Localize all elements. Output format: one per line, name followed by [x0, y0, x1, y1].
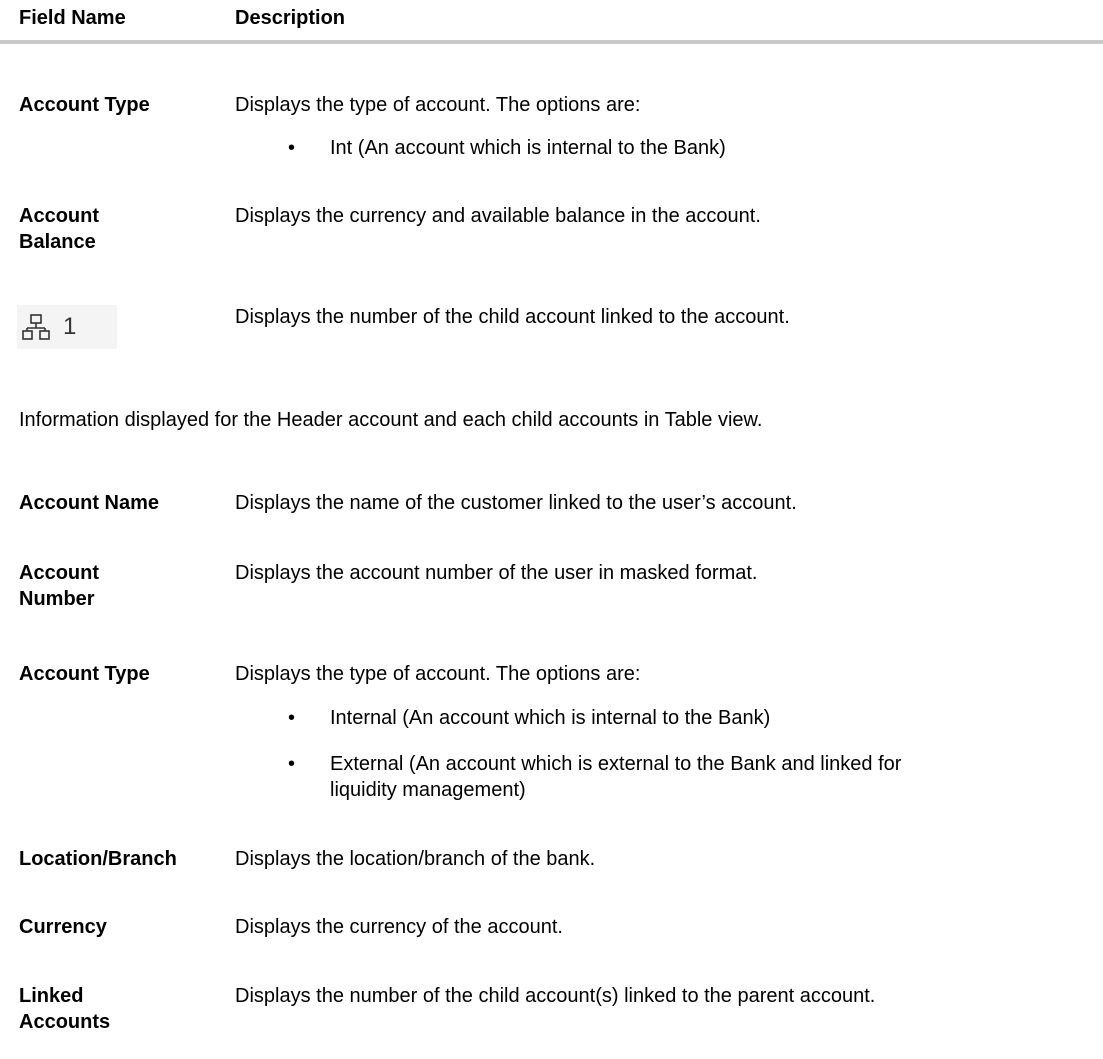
- option-int: Int (An account which is internal to the…: [330, 137, 726, 159]
- desc-account-type: Displays the type of account. The option…: [235, 94, 641, 116]
- field-account-type: Account Type: [19, 94, 150, 116]
- field-linked-accounts-line2: Accounts: [19, 1011, 111, 1033]
- bullet-icon: •: [288, 137, 296, 159]
- linked-count: 1: [63, 313, 77, 340]
- field-location-branch: Location/Branch: [19, 848, 177, 870]
- field-account-type-2: Account Type: [19, 663, 150, 685]
- field-account-number-line1: Account: [19, 562, 99, 584]
- desc-linked-icon: Displays the number of the child account…: [235, 306, 790, 328]
- table-header: Field Name Description: [0, 0, 1103, 44]
- desc-account-type-2: Displays the type of account. The option…: [235, 663, 641, 685]
- linked-accounts-badge: 1: [17, 305, 117, 349]
- option-external: External (An account which is external t…: [330, 753, 902, 775]
- header-field-name: Field Name: [19, 7, 126, 29]
- desc-account-number: Displays the account number of the user …: [235, 562, 758, 584]
- field-account-balance: Account Balance: [19, 203, 229, 255]
- bullet-icon: •: [288, 707, 296, 729]
- field-account-name: Account Name: [19, 492, 160, 514]
- bullet-icon: •: [288, 753, 296, 775]
- field-account-balance-line1: Account: [19, 205, 99, 227]
- field-currency: Currency: [19, 916, 107, 938]
- desc-account-name: Displays the name of the customer linked…: [235, 492, 797, 514]
- table-view-note: Information displayed for the Header acc…: [19, 409, 763, 431]
- option-internal: Internal (An account which is internal t…: [330, 707, 771, 729]
- desc-location-branch: Displays the location/branch of the bank…: [235, 848, 596, 870]
- field-linked-accounts: Linked Accounts: [19, 983, 229, 1035]
- hierarchy-icon: [22, 314, 50, 340]
- header-description: Description: [235, 7, 346, 29]
- desc-linked-accounts: Displays the number of the child account…: [235, 985, 876, 1007]
- document-page: Field Name Description Account Type Disp…: [0, 0, 1103, 1059]
- field-account-number-line2: Number: [19, 588, 95, 610]
- field-account-number: Account Number: [19, 560, 229, 612]
- field-linked-accounts-line1: Linked: [19, 985, 84, 1007]
- desc-currency: Displays the currency of the account.: [235, 916, 563, 938]
- desc-account-balance: Displays the currency and available bala…: [235, 205, 761, 227]
- field-account-balance-line2: Balance: [19, 231, 96, 253]
- option-external-cont: liquidity management): [330, 779, 526, 801]
